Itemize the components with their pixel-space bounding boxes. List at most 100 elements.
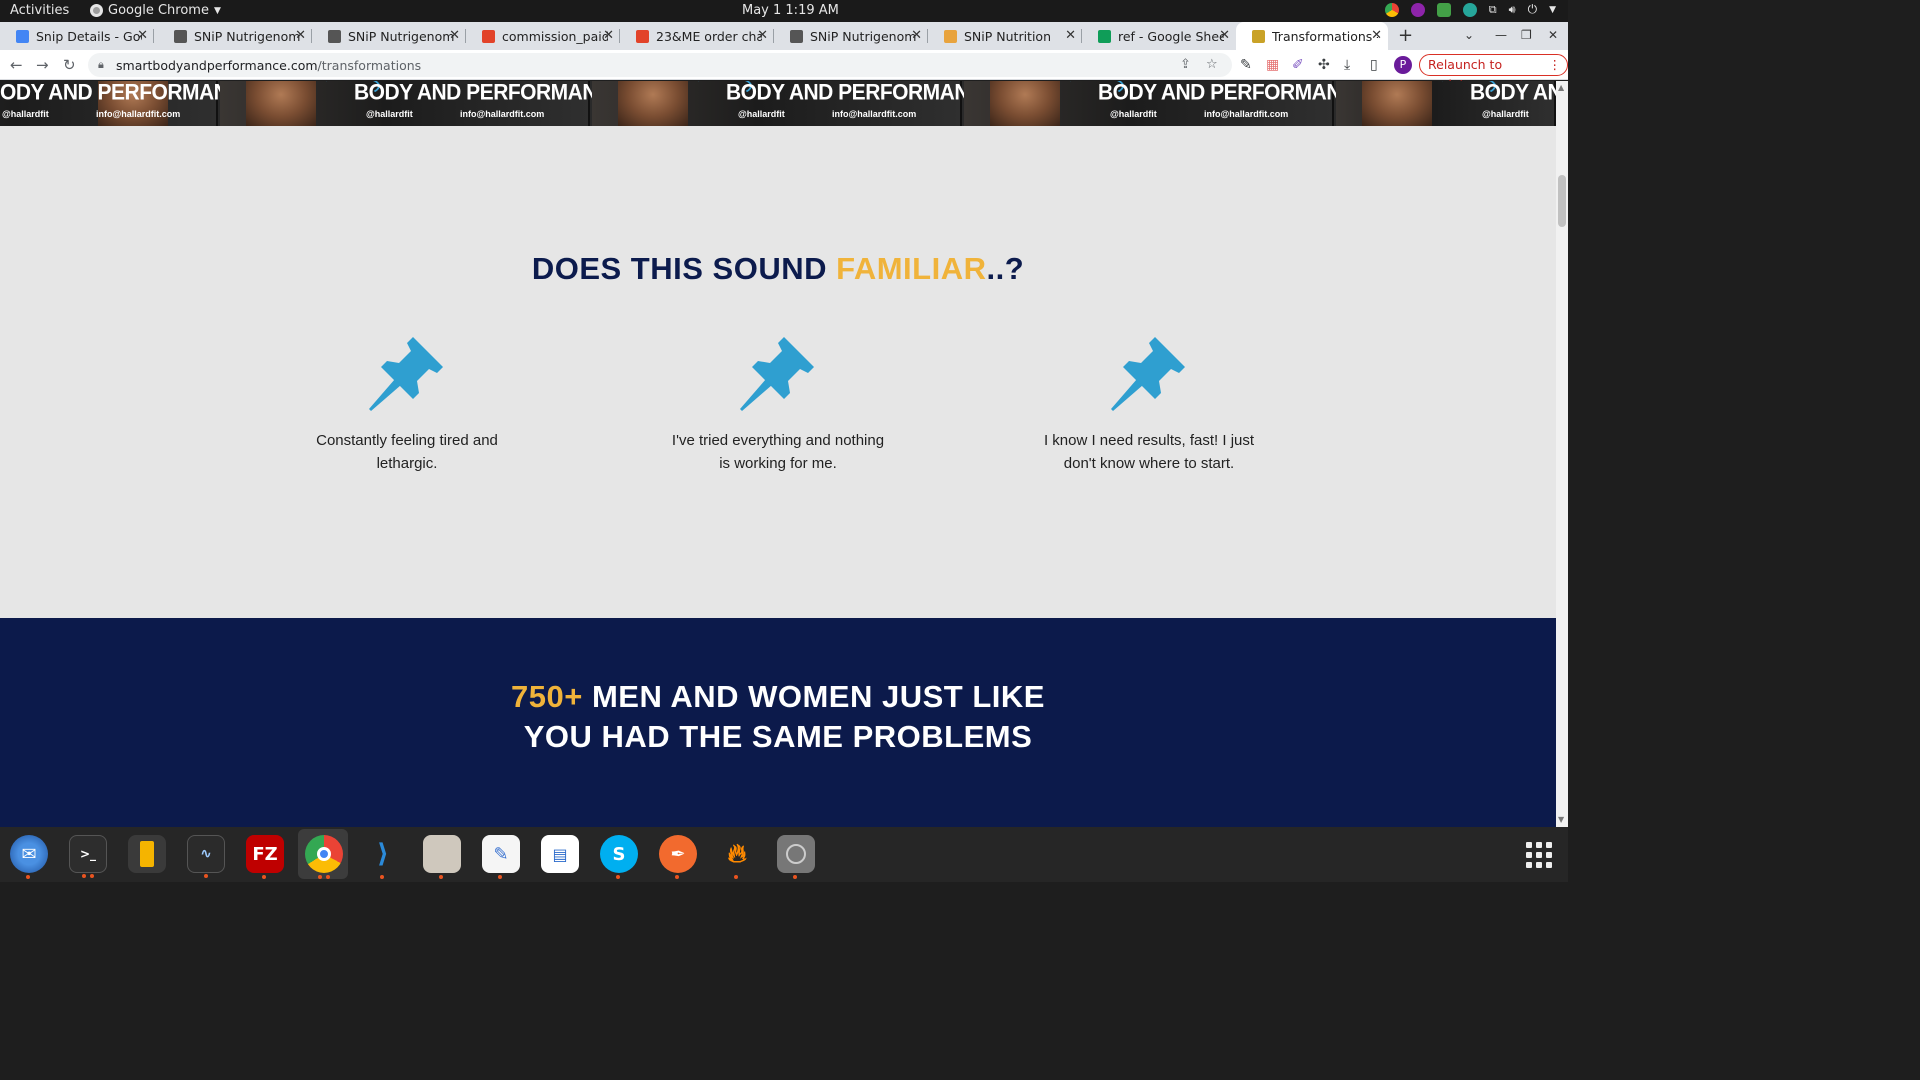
download-icon[interactable]: ⤓: [1344, 57, 1350, 73]
close-tab-icon[interactable]: ✕: [1371, 28, 1382, 43]
browser-tab[interactable]: commission_paid_ ✕: [466, 22, 620, 50]
sheets-icon: [1098, 29, 1111, 43]
vscode-icon[interactable]: ⟩: [364, 835, 402, 879]
clock[interactable]: May 1 1:19 AM: [742, 3, 839, 18]
more-menu-icon[interactable]: ⋮: [1549, 55, 1562, 75]
chrome-tray-icon[interactable]: [1384, 2, 1399, 17]
scrollbar-thumb[interactable]: [1558, 175, 1566, 227]
system-monitor-icon[interactable]: ∿: [187, 835, 225, 878]
pen-extension-icon[interactable]: ✐: [1292, 57, 1304, 73]
tab-label: SNiP Nutrigenomics: [810, 28, 916, 44]
close-tab-icon[interactable]: ✕: [757, 28, 768, 43]
heading-highlight: FAMILIAR: [836, 251, 987, 286]
disk-icon[interactable]: [777, 835, 815, 879]
libreoffice-writer-icon[interactable]: ▤: [541, 835, 579, 873]
browser-tab[interactable]: ref - Google Sheets✕: [1082, 22, 1236, 50]
close-tab-icon[interactable]: ✕: [295, 28, 306, 43]
close-tab-icon[interactable]: ✕: [1219, 28, 1230, 43]
share-icon[interactable]: ⇪: [1180, 57, 1191, 72]
banner-handle: @hallardfit: [2, 109, 49, 119]
heading-line-2: YOU HAD THE SAME PROBLEMS: [523, 719, 1033, 754]
text-line: is working for me.: [719, 455, 837, 472]
extension-tray-icon[interactable]: [1410, 2, 1425, 17]
text-editor-icon[interactable]: ✎: [482, 835, 520, 879]
files-icon[interactable]: [423, 835, 461, 879]
extensions-puzzle-icon[interactable]: ✣: [1318, 57, 1330, 73]
side-panel-icon[interactable]: ▯: [1370, 57, 1378, 73]
pain-point-text: I've tried everything and nothing is work…: [648, 429, 908, 475]
forward-arrow-icon[interactable]: →: [36, 56, 49, 74]
back-arrow-icon[interactable]: ←: [10, 56, 23, 74]
tab-label: SNiP Nutrigenomics: [348, 28, 454, 44]
close-tab-icon[interactable]: ✕: [1065, 28, 1076, 43]
close-tab-icon[interactable]: ✕: [603, 28, 614, 43]
page-scrollbar[interactable]: ▲ ▼: [1556, 81, 1568, 827]
tab-label: Transformations -: [1272, 28, 1378, 44]
scroll-up-icon[interactable]: ▲: [1558, 83, 1564, 92]
toolbar: ← → ↻ 🔒︎ smartbodyandperformance.com/tra…: [0, 50, 1568, 92]
maximize-icon[interactable]: ❐: [1521, 28, 1532, 42]
burner-icon[interactable]: 🔥︎: [718, 835, 756, 879]
system-tray[interactable]: ⧉ 🔊︎ ⏻ ▼: [1384, 2, 1556, 17]
skype-icon[interactable]: S: [600, 835, 638, 879]
banner-email: info@hallardfit.com: [1204, 109, 1289, 119]
browser-tab[interactable]: Transformations - ✕: [1236, 22, 1388, 50]
bookmark-star-icon[interactable]: ☆: [1206, 57, 1218, 72]
filezilla-icon[interactable]: FZ: [246, 835, 284, 879]
close-tab-icon[interactable]: ✕: [137, 28, 148, 43]
thunderbird-icon[interactable]: ✉: [10, 835, 48, 879]
browser-tab[interactable]: 23&ME order chan ✕: [620, 22, 774, 50]
eyedropper-extension-icon[interactable]: ✎: [1240, 57, 1252, 73]
banner-tile: BODY AND PERFORMANCE @hallardfit info@ha…: [592, 81, 998, 126]
banner-brand-text: ODY AND PERFORMANCE: [0, 81, 257, 105]
text-line: don't know where to start.: [1063, 455, 1235, 472]
terminal-icon[interactable]: >_: [69, 835, 107, 878]
tab-label: SNiP Nutrigenomics: [194, 28, 300, 44]
tab-label: ref - Google Sheets: [1118, 28, 1224, 44]
snip-icon: [328, 29, 341, 43]
show-applications-icon[interactable]: [1526, 842, 1552, 868]
pain-point-text: I know I need results, fast! I just don't…: [1019, 429, 1279, 475]
update-tray-icon[interactable]: [1436, 2, 1451, 17]
profile-avatar[interactable]: P: [1394, 56, 1412, 74]
browser-tab[interactable]: SNiP Nutrigenomics✕: [312, 22, 466, 50]
app-menu-label: Google Chrome: [108, 3, 209, 18]
site-icon: [1252, 29, 1265, 43]
banner-handle: @hallardfit: [366, 109, 413, 119]
close-tab-icon[interactable]: ✕: [911, 28, 922, 43]
scroll-down-icon[interactable]: ▼: [1558, 815, 1564, 824]
inkscape-icon[interactable]: ✒: [659, 835, 697, 879]
tab-search-icon[interactable]: ⌄: [1464, 28, 1474, 42]
activities-button[interactable]: Activities: [10, 3, 69, 18]
reload-icon[interactable]: ↻: [63, 56, 76, 74]
new-tab-button[interactable]: +: [1398, 25, 1413, 46]
network-icon[interactable]: ⧉: [1489, 3, 1497, 17]
sync-tray-icon[interactable]: [1462, 2, 1477, 17]
tab-label: commission_paid_: [502, 28, 608, 44]
chevron-down-icon[interactable]: ▼: [1549, 5, 1556, 15]
volume-icon[interactable]: 🔊︎: [1509, 3, 1516, 17]
browser-tab[interactable]: SNiP Nutrigenomics✕: [774, 22, 928, 50]
chrome-icon[interactable]: [305, 835, 343, 879]
address-bar[interactable]: 🔒︎ smartbodyandperformance.com/transform…: [88, 53, 1232, 77]
banner-email: info@hallardfit.com: [460, 109, 545, 119]
pushpin-icon: [369, 337, 443, 411]
browser-tab[interactable]: Snip Details - Google✕: [0, 22, 154, 50]
banner-tile: ODY AND PERFORMANCE @hallardfit info@hal…: [0, 81, 257, 126]
banner-brand-text: BODY AND PERFORMANCE: [726, 81, 998, 105]
calculator-icon[interactable]: [128, 835, 166, 873]
power-icon[interactable]: ⏻: [1528, 2, 1538, 17]
calendar-extension-icon[interactable]: ▦: [1266, 57, 1279, 73]
relaunch-button[interactable]: Relaunch to update⋮: [1419, 54, 1568, 92]
minimize-icon[interactable]: —: [1495, 28, 1507, 42]
close-tab-icon[interactable]: ✕: [449, 28, 460, 43]
browser-tab[interactable]: SNiP Nutrigenomics✕: [158, 22, 312, 50]
app-menu[interactable]: Google Chrome ▼: [90, 3, 221, 18]
close-window-icon[interactable]: ✕: [1548, 28, 1558, 42]
lock-icon[interactable]: 🔒︎: [98, 58, 104, 72]
url-path: /transformations: [317, 57, 422, 73]
browser-tab[interactable]: SNiP Nutrition ✕: [928, 22, 1082, 50]
chrome-small-icon: [90, 4, 103, 17]
banner-email: info@hallardfit.com: [96, 109, 181, 119]
pain-point-item: I've tried everything and nothing is work…: [648, 333, 908, 475]
